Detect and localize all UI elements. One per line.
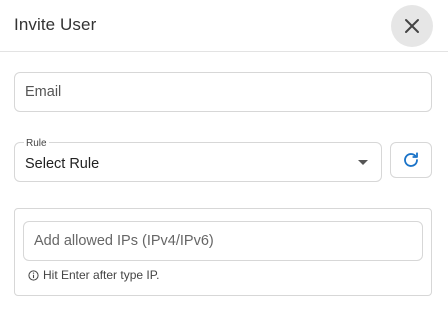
rule-label: Rule (24, 138, 49, 150)
close-icon (405, 19, 419, 33)
info-icon (28, 269, 39, 281)
rule-selected-value: Select Rule (25, 156, 100, 172)
allowed-ips-panel: Hit Enter after type IP. (14, 208, 432, 296)
dialog-header: Invite User (0, 0, 448, 52)
caret-down-icon (358, 160, 368, 165)
close-button[interactable] (391, 5, 433, 47)
hint-text: Hit Enter after type IP. (43, 268, 160, 282)
rule-select[interactable]: Select Rule (14, 142, 382, 182)
allowed-ips-hint: Hit Enter after type IP. (28, 268, 160, 282)
allowed-ips-input[interactable] (24, 222, 422, 260)
refresh-rules-button[interactable] (390, 142, 432, 178)
email-input[interactable] (15, 73, 431, 111)
dialog-title: Invite User (14, 15, 97, 34)
email-field[interactable] (14, 72, 432, 112)
refresh-icon (404, 152, 418, 167)
allowed-ips-field[interactable] (23, 221, 423, 261)
